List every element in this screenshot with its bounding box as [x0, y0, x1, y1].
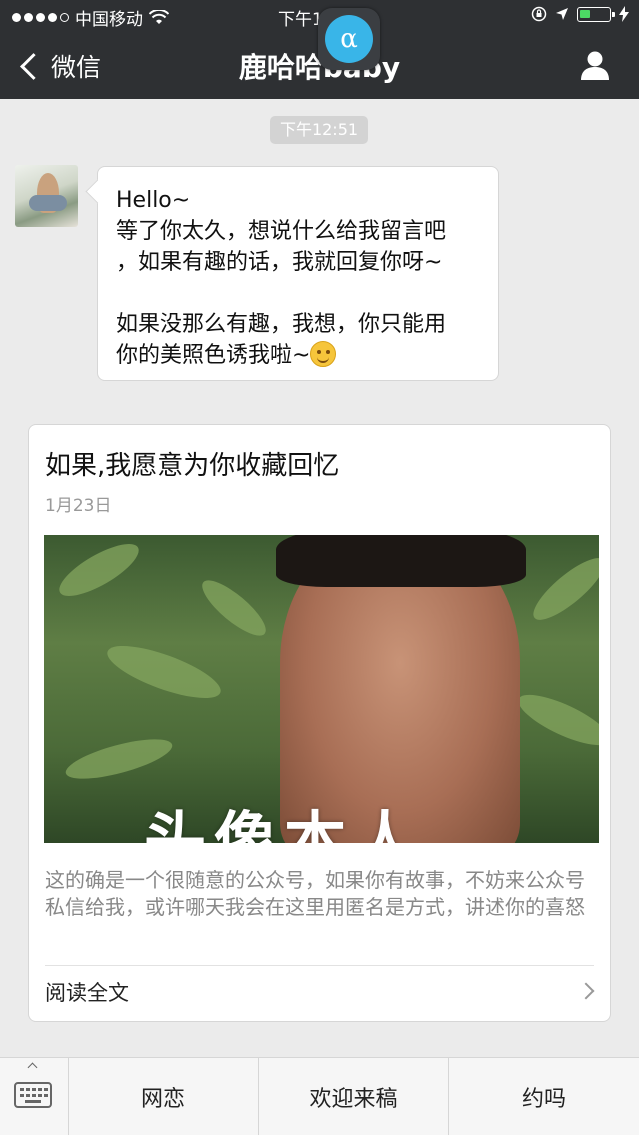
read-full-article-link[interactable]: 阅读全文 — [45, 977, 129, 1007]
menu-item-date[interactable]: 约吗 — [449, 1058, 639, 1135]
article-card[interactable]: 如果,我愿意为你收藏回忆 1月23日 头像本人 这的确是一个很随意的公众号，如果… — [28, 424, 611, 1022]
keyboard-toggle-button[interactable] — [0, 1058, 69, 1135]
message-timestamp: 下午12:51 — [270, 116, 368, 144]
alpha-icon: α — [340, 24, 358, 54]
divider — [45, 965, 594, 966]
bottom-menu: 网恋 欢迎来稿 约吗 — [0, 1057, 639, 1135]
cover-caption: 头像本人 — [144, 804, 425, 843]
battery-icon — [577, 6, 615, 22]
sender-avatar[interactable] — [15, 165, 78, 227]
charging-bolt-icon — [619, 6, 629, 22]
message-line — [116, 278, 482, 309]
menu-item-submissions[interactable]: 欢迎来稿 — [259, 1058, 448, 1135]
floating-assistant-button[interactable]: α — [318, 8, 380, 70]
message-line: Hello~ — [116, 188, 191, 213]
top-bar: 中国移动 下午12:52 微信 — [0, 0, 639, 99]
message-line: 等了你太久，想说什么给我留言吧 — [116, 219, 447, 244]
article-cover-image: 头像本人 — [44, 535, 599, 843]
rotation-lock-icon — [531, 6, 547, 22]
article-date: 1月23日 — [45, 496, 112, 516]
message-line: 你的美照色诱我啦~ — [116, 343, 311, 368]
menu-item-online-dating[interactable]: 网恋 — [69, 1058, 257, 1135]
keyboard-icon — [14, 1082, 52, 1108]
article-description: 这的确是一个很随意的公众号，如果你有故事，不妨来公众号私信给我，或许哪天我会在这… — [45, 868, 585, 919]
message-bubble[interactable]: Hello~ 等了你太久，想说什么给我留言吧 ，如果有趣的话，我就回复你呀~ 如… — [97, 166, 499, 381]
location-arrow-icon — [556, 8, 568, 20]
smiley-icon — [310, 341, 337, 367]
person-icon[interactable] — [579, 50, 611, 80]
chevron-right-icon — [577, 982, 595, 1000]
article-title: 如果,我愿意为你收藏回忆 — [45, 451, 340, 481]
chevron-up-icon — [27, 1062, 38, 1073]
message-line: 如果没那么有趣，我想，你只能用 — [116, 312, 447, 337]
message-line: ，如果有趣的话，我就回复你呀~ — [116, 250, 443, 275]
